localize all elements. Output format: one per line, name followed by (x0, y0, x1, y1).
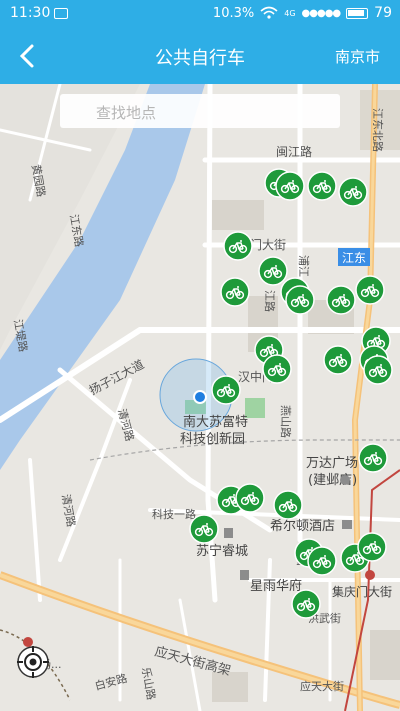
bike-station-marker[interactable] (285, 285, 315, 315)
map-label: 江路 (263, 290, 276, 312)
map-label: 应天大街 (300, 679, 344, 693)
status-time: 11:30 (10, 5, 51, 21)
city-selector[interactable]: 南京市 (335, 46, 380, 67)
search-input[interactable]: 查找地点 (96, 102, 156, 123)
map-label: 燕山路 (279, 405, 292, 438)
bike-station-marker[interactable] (275, 171, 305, 201)
signal-icon: ●●●●● (301, 7, 342, 19)
bike-station-marker[interactable] (273, 490, 303, 520)
bike-station-marker[interactable] (357, 532, 387, 562)
hotel-icon (342, 520, 352, 529)
bike-station-marker[interactable] (189, 514, 219, 544)
poi-label: 集庆门大街 (332, 584, 392, 599)
metro-station-icon (365, 570, 375, 580)
bike-station-marker[interactable] (358, 443, 388, 473)
poi-label: 苏宁睿城 (196, 543, 248, 559)
bike-station-marker[interactable] (323, 345, 353, 375)
bike-station-marker[interactable] (326, 285, 356, 315)
poi-label: 科技创新园 (180, 431, 245, 447)
building-icon (240, 570, 249, 580)
map-label: 江东北路 (371, 108, 384, 152)
top-nav-bar: 公共自行车 南京市 (0, 28, 400, 84)
poi-label: 万达广场 (306, 456, 358, 471)
bike-station-marker[interactable] (307, 546, 337, 576)
shopping-icon (340, 475, 350, 485)
status-right: 10.3% 4G ●●●●● 79 (213, 5, 392, 21)
network-type: 4G (284, 8, 296, 18)
poi-label: 星雨华府 (250, 579, 302, 594)
bike-station-marker[interactable] (211, 375, 241, 405)
current-location-dot (193, 390, 207, 404)
wifi-icon (260, 6, 278, 19)
locate-me-icon[interactable] (16, 645, 50, 679)
bike-station-marker[interactable] (258, 256, 288, 286)
bike-station-marker[interactable] (338, 177, 368, 207)
battery-level: 79 (374, 5, 392, 21)
road-badge-label: 江东 (342, 251, 366, 265)
battery-icon (346, 7, 369, 19)
image-notification-icon (54, 8, 68, 19)
map-label: 门大街 (250, 237, 286, 252)
map-view[interactable]: 闽江路 门大街 江东 江东 汉中门 南大苏富特 科技创新园 万达广场 (建邺店)… (0, 84, 400, 711)
bike-station-marker[interactable] (220, 277, 250, 307)
bike-station-marker[interactable] (262, 354, 292, 384)
bike-station-marker[interactable] (307, 171, 337, 201)
building-icon (224, 528, 233, 538)
map-label: 闽江路 (276, 144, 312, 159)
poi-label: 南大苏富特 (183, 414, 248, 430)
bike-station-marker[interactable] (291, 589, 321, 619)
map-label: 浦江 (297, 255, 310, 277)
status-bar: 11:30 10.3% 4G ●●●●● 79 (0, 0, 400, 28)
bike-station-marker[interactable] (223, 231, 253, 261)
poi-label: 希尔顿酒店 (270, 519, 335, 534)
bike-station-marker[interactable] (355, 275, 385, 305)
bike-station-marker[interactable] (363, 355, 393, 385)
bike-station-marker[interactable] (235, 483, 265, 513)
search-bar[interactable]: 查找地点 (60, 94, 340, 128)
map-label: 科技一路 (152, 507, 196, 521)
battery-percent: 10.3% (212, 5, 255, 21)
